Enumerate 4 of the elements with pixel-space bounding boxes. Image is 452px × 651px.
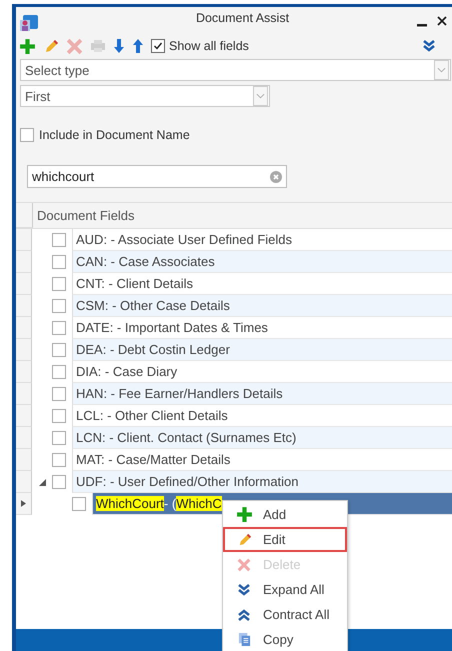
window-title: Document Assist [194, 11, 290, 25]
checkbox-label: Include in Document Name [39, 128, 190, 142]
checkbox-label: Show all fields [169, 39, 249, 53]
column-header: Document Fields [36, 207, 135, 225]
